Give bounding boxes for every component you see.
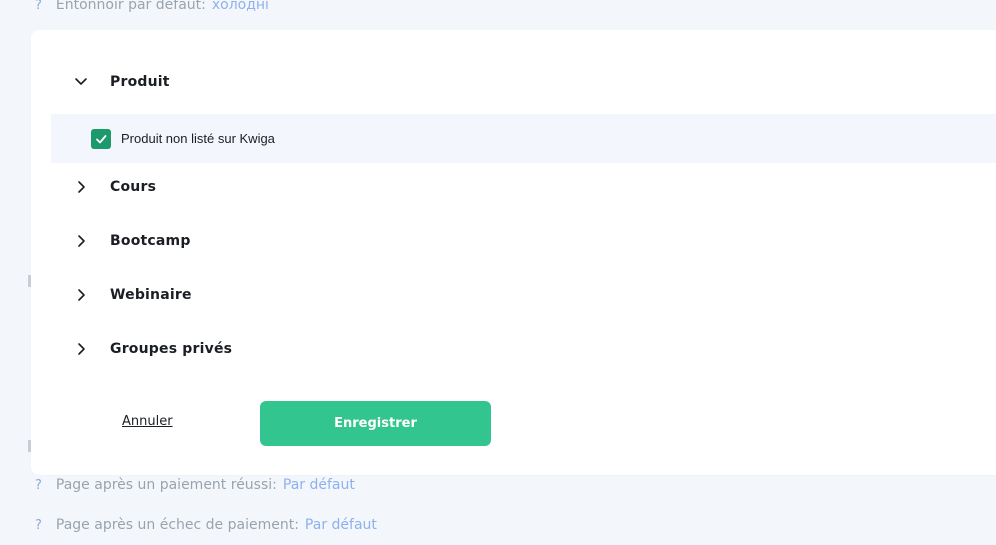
chevron-right-icon[interactable]	[71, 339, 91, 359]
help-icon[interactable]: ?	[35, 0, 42, 13]
checkmark-icon	[96, 134, 107, 143]
section-produit[interactable]: Produit	[71, 70, 170, 94]
section-label: Webinaire	[110, 287, 192, 303]
success-page-label: Page après un paiement réussi:	[55, 477, 277, 493]
default-funnel-value[interactable]: холодні	[212, 0, 269, 13]
section-bootcamp[interactable]: Bootcamp	[71, 229, 191, 253]
section-label: Groupes privés	[110, 341, 233, 357]
chevron-down-icon[interactable]	[71, 72, 91, 92]
failure-page-value[interactable]: Par défaut	[305, 517, 377, 533]
cancel-button[interactable]: Annuler	[122, 414, 173, 429]
product-option-label: Produit non listé sur Kwiga	[121, 131, 275, 146]
section-cours[interactable]: Cours	[71, 175, 156, 199]
help-icon[interactable]: ?	[35, 518, 42, 533]
default-funnel-row: ? Entonnoir par défaut: холодні	[35, 0, 269, 13]
chevron-right-icon[interactable]	[71, 285, 91, 305]
success-page-value[interactable]: Par défaut	[283, 477, 355, 493]
section-label: Cours	[110, 179, 157, 195]
default-funnel-label: Entonnoir par défaut:	[55, 0, 206, 13]
product-select-modal: Produit Produit non listé sur Kwiga Cour…	[31, 30, 996, 475]
section-label: Bootcamp	[110, 233, 191, 249]
product-option-row[interactable]: Produit non listé sur Kwiga	[51, 114, 996, 163]
chevron-right-icon[interactable]	[71, 177, 91, 197]
failure-page-row: ? Page après un échec de paiement: Par déf…	[35, 517, 377, 533]
success-page-row: ? Page après un paiement réussi: Par défau…	[35, 477, 355, 493]
failure-page-label: Page après un échec de paiement:	[55, 517, 299, 533]
section-webinaire[interactable]: Webinaire	[71, 283, 192, 307]
section-groupes-prives[interactable]: Groupes privés	[71, 337, 232, 361]
help-icon[interactable]: ?	[35, 478, 42, 493]
save-button[interactable]: Enregistrer	[260, 401, 491, 446]
section-label: Produit	[110, 74, 170, 90]
product-option-checkbox[interactable]	[91, 128, 111, 149]
chevron-right-icon[interactable]	[71, 231, 91, 251]
